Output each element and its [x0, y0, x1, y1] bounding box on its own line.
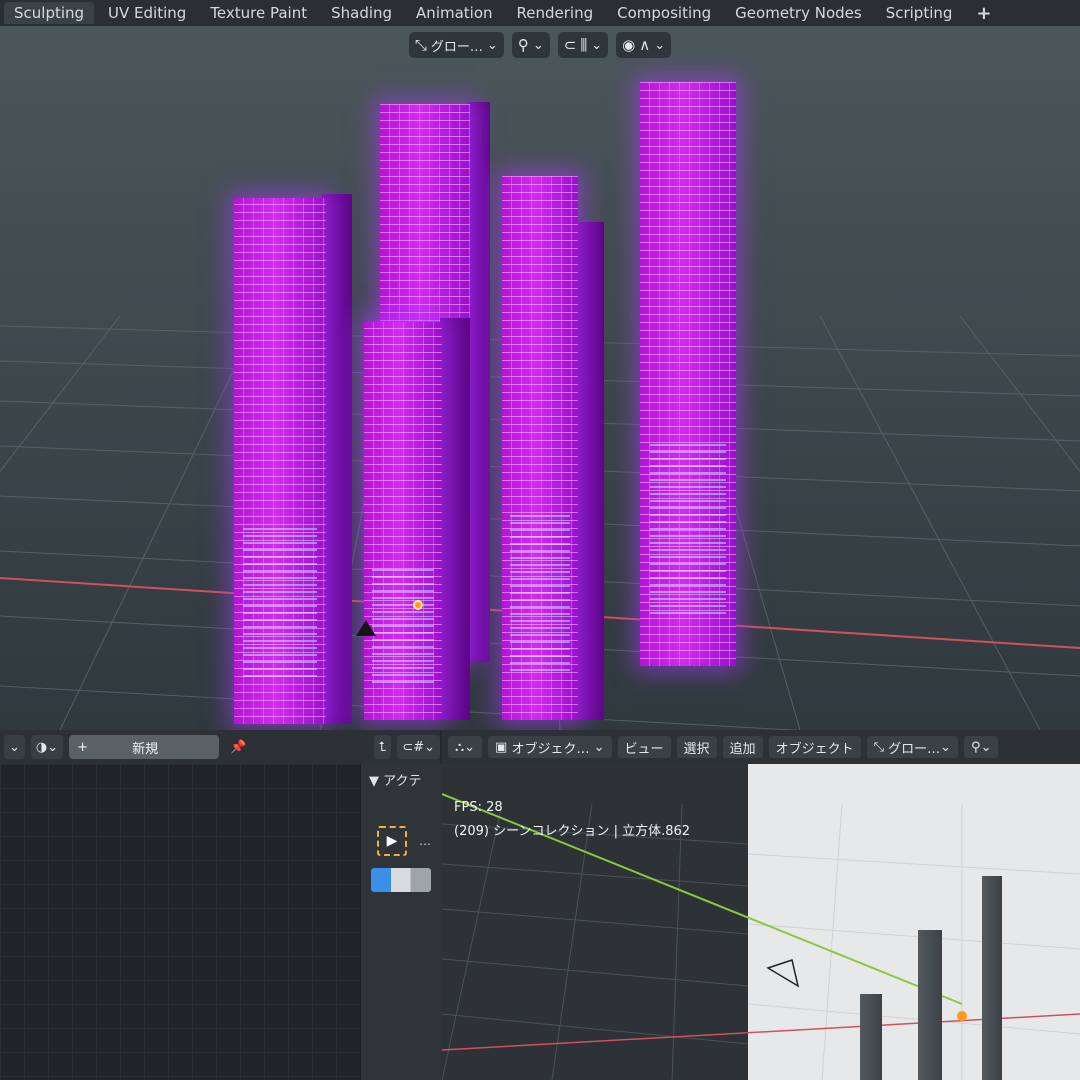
grid-snap-icon: # [413, 739, 425, 755]
pin-button[interactable]: 📌 [225, 735, 251, 759]
chevron-down-icon: ⌄ [940, 739, 952, 755]
object-origin[interactable] [413, 600, 423, 610]
main-3d-viewport[interactable]: ⤡ グロー… ⌄ ⚲ ⌄ ⊂ ⫼ ⌄ ◉ ∧ ⌄ [0, 26, 1080, 730]
tower-side [440, 318, 470, 720]
snap-icon: ⊂ [402, 739, 414, 755]
select-box-icon[interactable]: ▶ [377, 826, 407, 856]
select-mode-buttons[interactable] [371, 868, 431, 892]
pin-icon: 📌 [230, 739, 247, 755]
tab-texture-paint[interactable]: Texture Paint [200, 2, 317, 24]
chevron-down-icon: ⌄ [9, 739, 20, 755]
chevron-down-icon: ⌄ [47, 739, 59, 755]
pivot-dropdown[interactable]: ⚲ ⌄ [511, 32, 550, 58]
menu-select[interactable]: 選択 [676, 736, 717, 758]
proportional-edit-icon: ◉ [622, 36, 636, 54]
chevron-down-icon: ⌄ [980, 739, 992, 755]
tab-scripting[interactable]: Scripting [876, 2, 963, 24]
tab-rendering[interactable]: Rendering [507, 2, 604, 24]
chevron-down-icon: ⌄ [532, 37, 544, 53]
menu-view[interactable]: ビュー [617, 736, 671, 758]
left-editor-header: ⌄ ◑ ⌄ + 新規 📌 ⮤ ⊂ # ⌄ [0, 730, 440, 764]
camera-icon[interactable] [356, 620, 376, 636]
tower-5[interactable] [640, 82, 736, 666]
shading-dropdown[interactable]: ◑ ⌄ [30, 735, 64, 759]
tool-more[interactable]: … [419, 834, 431, 848]
shading-icon: ◑ [35, 739, 48, 755]
fps-readout: FPS: 28 [454, 800, 503, 815]
bottom-area: ⌄ ◑ ⌄ + 新規 📌 ⮤ ⊂ # ⌄ ▼ アクテ ▶ … ⛬ ⌄ ▣ オブジ… [0, 730, 1080, 1080]
pillar[interactable] [918, 930, 942, 1080]
falloff-curve-icon: ∧ [639, 36, 651, 54]
add-workspace-button[interactable]: + [966, 1, 1001, 26]
mode-dropdown[interactable]: ▣ オブジェク… ⌄ [488, 736, 612, 758]
tool-sidebar: ▼ アクテ ▶ … [360, 764, 442, 1080]
chevron-down-icon: ⌄ [424, 739, 435, 755]
pivot-icon: ⚲ [517, 36, 529, 54]
new-button-label: 新規 [132, 741, 159, 757]
tab-compositing[interactable]: Compositing [607, 2, 721, 24]
snap-increment-icon: ⫼ [580, 36, 588, 54]
tab-animation[interactable]: Animation [406, 2, 502, 24]
viewport-header: ⤡ グロー… ⌄ ⚲ ⌄ ⊂ ⫼ ⌄ ◉ ∧ ⌄ [0, 26, 1080, 64]
gizmo-icon: ⛬ [455, 739, 465, 755]
transform-orientation-dropdown[interactable]: ⤡ グロー… ⌄ [408, 32, 504, 58]
tower-side [468, 102, 490, 662]
tower-3[interactable] [364, 322, 442, 720]
tab-uv-editing[interactable]: UV Editing [98, 2, 196, 24]
tab-sculpting[interactable]: Sculpting [4, 2, 95, 24]
workspace-tab-bar: Sculpting UV Editing Texture Paint Shadi… [0, 0, 1080, 26]
chevron-down-icon: ⌄ [591, 37, 603, 53]
parent-button[interactable]: ⮤ [373, 735, 392, 759]
object-origin [957, 1011, 967, 1021]
small-viewport-header: ⛬ ⌄ ▣ オブジェク… ⌄ ビュー 選択 追加 オブジェクト ⤡ グロー… ⌄… [442, 730, 1080, 764]
transform-orientation-icon: ⤡ [873, 739, 884, 755]
chevron-down-icon: ⌄ [593, 739, 605, 755]
node-editor-canvas[interactable] [0, 764, 360, 1080]
new-button[interactable]: + 新規 [69, 735, 220, 759]
chevron-down-icon: ⌄ [464, 739, 476, 755]
menu-object[interactable]: オブジェクト [768, 736, 861, 758]
plus-icon: + [77, 739, 89, 755]
arrow-up-icon: ⮤ [378, 739, 387, 755]
editor-type-dropdown[interactable]: ⌄ [4, 735, 25, 759]
link-dropdown[interactable]: ⚲ ⌄ [964, 736, 999, 758]
sidebar-title[interactable]: ▼ アクテ [361, 764, 442, 789]
tower-side [322, 194, 352, 724]
tower-1[interactable] [234, 198, 326, 724]
transform-orientation-dropdown-2[interactable]: ⤡ グロー… ⌄ [866, 736, 959, 758]
tower-4[interactable] [502, 176, 578, 720]
chevron-down-icon: ⌄ [486, 37, 498, 53]
tab-geometry-nodes[interactable]: Geometry Nodes [725, 2, 872, 24]
pillar[interactable] [860, 994, 882, 1080]
mode-label: オブジェク… [511, 741, 590, 757]
proportional-edit-toggle[interactable]: ◉ ∧ ⌄ [616, 32, 672, 58]
chevron-down-icon: ⌄ [654, 37, 666, 53]
orientation-label: グロー… [430, 39, 483, 55]
link-icon: ⚲ [971, 739, 981, 755]
object-mode-icon: ▣ [495, 739, 508, 755]
pillar[interactable] [982, 876, 1002, 1080]
orientation-label: グロー… [888, 741, 941, 757]
snap-icon: ⊂ [563, 36, 577, 54]
camera-icon [766, 959, 800, 988]
tab-shading[interactable]: Shading [321, 2, 402, 24]
menu-add[interactable]: 追加 [722, 736, 763, 758]
tower-side [576, 222, 604, 720]
transform-orientation-icon: ⤡ [414, 36, 427, 54]
object-gizmo-dropdown[interactable]: ⛬ ⌄ [448, 736, 483, 758]
small-3d-viewport[interactable]: FPS: 28 (209) シーンコレクション | 立方体.862 [442, 764, 1080, 1080]
scene-info-text: (209) シーンコレクション | 立方体.862 [454, 824, 691, 839]
snap-toggle[interactable]: ⊂ ⫼ ⌄ [557, 32, 609, 58]
snap-dropdown[interactable]: ⊂ # ⌄ [397, 735, 440, 759]
